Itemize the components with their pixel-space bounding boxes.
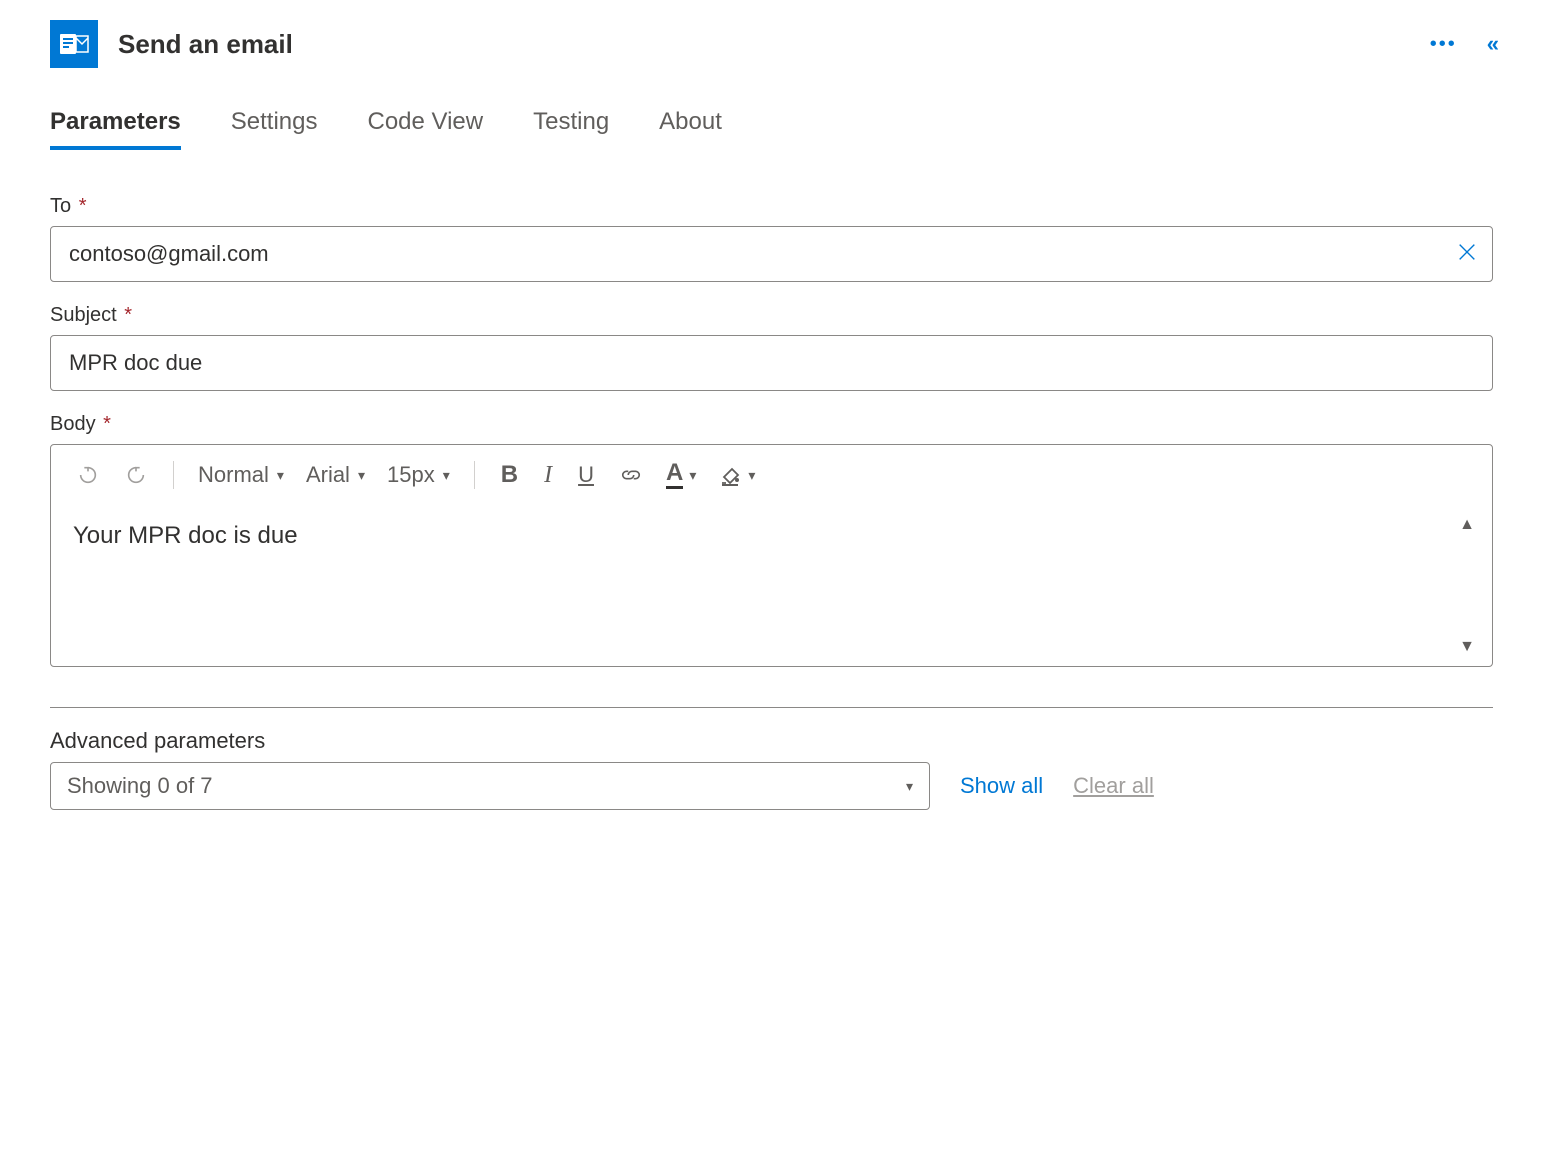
outlook-icon bbox=[50, 20, 98, 68]
advanced-parameters-section: Advanced parameters Showing 0 of 7 ▾ Sho… bbox=[50, 728, 1493, 810]
scroll-up-icon[interactable]: ▲ bbox=[1459, 516, 1475, 534]
undo-button[interactable] bbox=[69, 460, 107, 490]
link-button[interactable] bbox=[612, 460, 650, 490]
body-textarea[interactable]: Your MPR doc is due ▲ ▼ bbox=[51, 506, 1492, 666]
advanced-parameters-showing: Showing 0 of 7 bbox=[67, 773, 213, 799]
field-to: To * bbox=[50, 195, 1493, 282]
to-label-text: To bbox=[50, 195, 71, 217]
required-mark: * bbox=[79, 195, 87, 217]
section-divider bbox=[50, 707, 1493, 708]
outlook-icon-svg bbox=[58, 28, 90, 60]
to-input-wrapper bbox=[50, 226, 1493, 282]
body-label: Body * bbox=[50, 413, 1493, 436]
tab-code-view[interactable]: Code View bbox=[367, 108, 483, 150]
tab-bar: Parameters Settings Code View Testing Ab… bbox=[50, 108, 1493, 150]
subject-input[interactable] bbox=[50, 335, 1493, 391]
field-subject: Subject * bbox=[50, 304, 1493, 391]
tab-testing[interactable]: Testing bbox=[533, 108, 609, 150]
font-family-dropdown[interactable]: Arial ▾ bbox=[300, 458, 371, 492]
tab-about[interactable]: About bbox=[659, 108, 722, 150]
highlight-color-dropdown[interactable]: ▾ bbox=[712, 459, 761, 491]
collapse-panel-icon[interactable]: « bbox=[1487, 31, 1493, 57]
redo-icon bbox=[125, 464, 147, 486]
undo-icon bbox=[77, 464, 99, 486]
subject-label: Subject * bbox=[50, 304, 1493, 327]
show-all-button[interactable]: Show all bbox=[960, 773, 1043, 799]
body-rich-editor: Normal ▾ Arial ▾ 15px ▾ B I U A ▾ bbox=[50, 444, 1493, 667]
editor-toolbar: Normal ▾ Arial ▾ 15px ▾ B I U A ▾ bbox=[51, 445, 1492, 506]
clear-to-button[interactable] bbox=[1456, 239, 1478, 270]
required-mark: * bbox=[124, 304, 132, 326]
body-content: Your MPR doc is due bbox=[73, 522, 298, 549]
field-body: Body * Normal ▾ Arial ▾ 15px ▾ bbox=[50, 413, 1493, 667]
font-family-value: Arial bbox=[306, 462, 350, 488]
advanced-parameters-dropdown[interactable]: Showing 0 of 7 ▾ bbox=[50, 762, 930, 810]
advanced-parameters-label: Advanced parameters bbox=[50, 728, 1493, 754]
chevron-down-icon: ▾ bbox=[748, 467, 755, 484]
to-input[interactable] bbox=[50, 226, 1493, 282]
chevron-down-icon: ▾ bbox=[689, 467, 696, 484]
toolbar-separator bbox=[173, 461, 174, 489]
toolbar-separator bbox=[474, 461, 475, 489]
font-size-dropdown[interactable]: 15px ▾ bbox=[381, 458, 456, 492]
font-color-icon: A bbox=[666, 461, 683, 489]
tab-settings[interactable]: Settings bbox=[231, 108, 318, 150]
paragraph-style-value: Normal bbox=[198, 462, 269, 488]
body-label-text: Body bbox=[50, 413, 96, 435]
header-right: ••• « bbox=[1430, 31, 1493, 57]
link-icon bbox=[620, 464, 642, 486]
close-icon bbox=[1456, 241, 1478, 263]
panel-header: Send an email ••• « bbox=[50, 20, 1493, 68]
tab-parameters[interactable]: Parameters bbox=[50, 108, 181, 150]
required-mark: * bbox=[103, 413, 111, 435]
redo-button[interactable] bbox=[117, 460, 155, 490]
font-size-value: 15px bbox=[387, 462, 435, 488]
chevron-down-icon: ▾ bbox=[443, 467, 450, 484]
italic-button[interactable]: I bbox=[536, 458, 560, 493]
scroll-controls: ▲ ▼ bbox=[1452, 516, 1482, 656]
subject-label-text: Subject bbox=[50, 304, 117, 326]
clear-all-button[interactable]: Clear all bbox=[1073, 773, 1154, 799]
underline-button[interactable]: U bbox=[570, 458, 602, 492]
chevron-down-icon: ▾ bbox=[358, 467, 365, 484]
bold-button[interactable]: B bbox=[493, 457, 526, 493]
header-left: Send an email bbox=[50, 20, 293, 68]
chevron-down-icon: ▾ bbox=[277, 467, 284, 484]
advanced-parameters-row: Showing 0 of 7 ▾ Show all Clear all bbox=[50, 762, 1493, 810]
chevron-down-icon: ▾ bbox=[906, 778, 913, 795]
more-options-icon[interactable]: ••• bbox=[1430, 33, 1457, 56]
paragraph-style-dropdown[interactable]: Normal ▾ bbox=[192, 458, 290, 492]
scroll-down-icon[interactable]: ▼ bbox=[1459, 638, 1475, 656]
panel-title: Send an email bbox=[118, 29, 293, 60]
subject-input-wrapper bbox=[50, 335, 1493, 391]
to-label: To * bbox=[50, 195, 1493, 218]
font-color-dropdown[interactable]: A ▾ bbox=[660, 457, 702, 493]
paint-bucket-icon bbox=[718, 463, 742, 487]
